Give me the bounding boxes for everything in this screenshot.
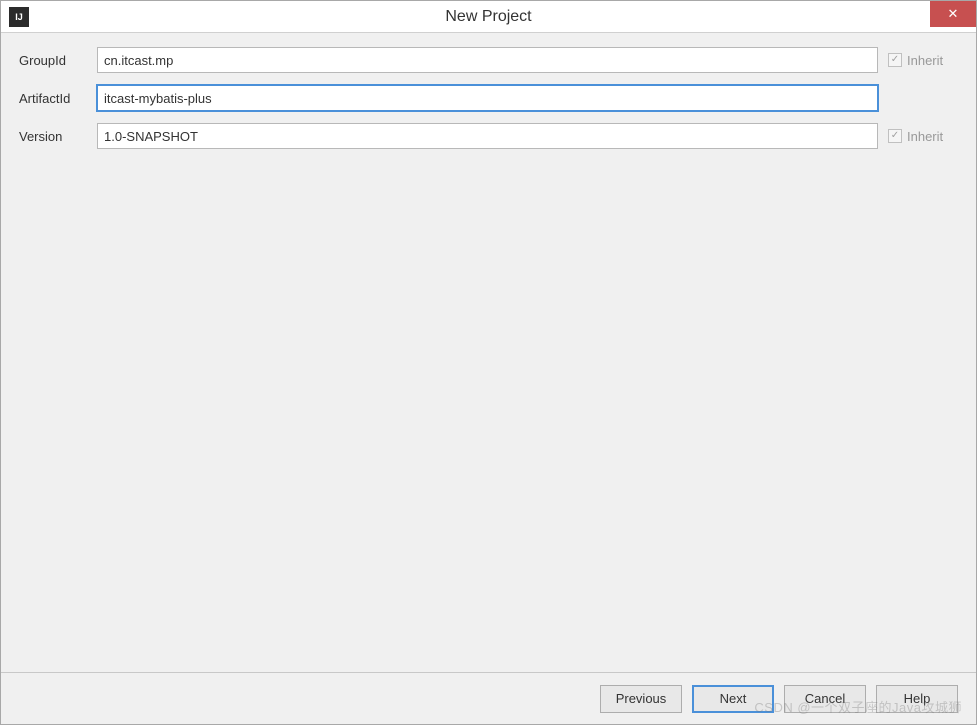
intellij-icon: IJ [9,7,29,27]
artifactid-input[interactable] [97,85,878,111]
footer: Previous Next Cancel Help [1,672,976,724]
groupid-inherit-label: Inherit [907,53,943,68]
check-icon: ✓ [891,55,899,65]
close-icon: ✕ [948,6,959,22]
groupid-input[interactable] [97,47,878,73]
help-button[interactable]: Help [876,685,958,713]
groupid-inherit: ✓ Inherit [888,53,958,68]
version-row: Version ✓ Inherit [19,123,958,149]
previous-button[interactable]: Previous [600,685,682,713]
version-inherit-checkbox: ✓ [888,129,902,143]
version-inherit-label: Inherit [907,129,943,144]
groupid-inherit-checkbox: ✓ [888,53,902,67]
titlebar: IJ New Project ✕ [1,1,976,33]
version-inherit: ✓ Inherit [888,129,958,144]
artifactid-row: ArtifactId [19,85,958,111]
next-button[interactable]: Next [692,685,774,713]
version-label: Version [19,129,87,144]
cancel-button[interactable]: Cancel [784,685,866,713]
close-button[interactable]: ✕ [930,1,976,27]
check-icon: ✓ [891,131,899,141]
new-project-window: IJ New Project ✕ GroupId ✓ Inherit Artif… [0,0,977,725]
version-input[interactable] [97,123,878,149]
form-content: GroupId ✓ Inherit ArtifactId Version ✓ I… [1,33,976,672]
groupid-row: GroupId ✓ Inherit [19,47,958,73]
groupid-label: GroupId [19,53,87,68]
artifactid-label: ArtifactId [19,91,87,106]
window-title: New Project [1,8,976,26]
